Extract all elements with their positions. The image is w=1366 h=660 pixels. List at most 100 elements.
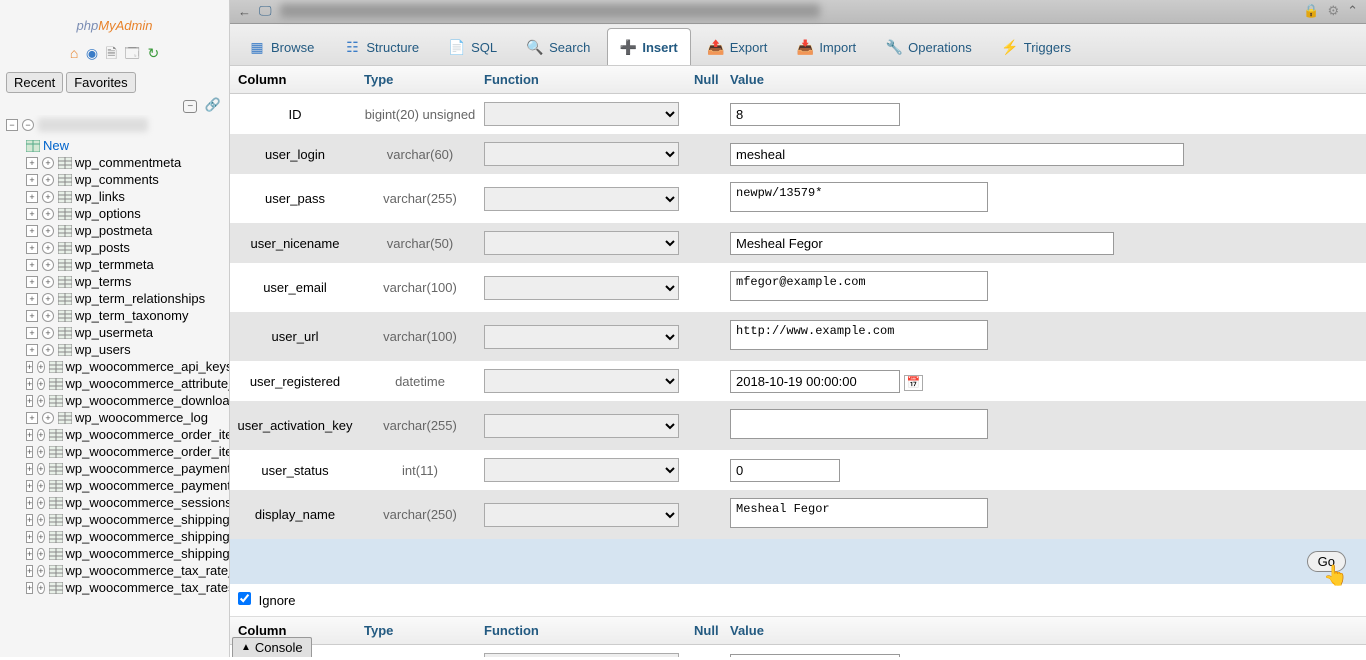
- tab-import[interactable]: 📥Import: [784, 28, 869, 65]
- value-input[interactable]: [730, 103, 900, 126]
- sidebar-table-item[interactable]: ++wp_postmeta: [0, 222, 229, 239]
- function-select[interactable]: [484, 187, 679, 211]
- expand-toggle-icon[interactable]: +: [26, 327, 38, 339]
- tree-node-icon[interactable]: +: [37, 395, 44, 407]
- tab-insert[interactable]: ➕Insert: [607, 28, 690, 65]
- expand-toggle-icon[interactable]: +: [26, 548, 33, 560]
- sidebar-table-item[interactable]: ++wp_woocommerce_log: [0, 409, 229, 426]
- recent-button[interactable]: Recent: [6, 72, 63, 93]
- tree-node-icon[interactable]: +: [42, 293, 54, 305]
- sidebar-table-item[interactable]: ++wp_woocommerce_order_itemmeta: [0, 426, 229, 443]
- value-textarea[interactable]: [730, 409, 988, 439]
- expand-toggle-icon[interactable]: +: [26, 208, 38, 220]
- tree-node-icon[interactable]: +: [37, 480, 44, 492]
- tree-node-icon[interactable]: +: [42, 412, 54, 424]
- value-textarea[interactable]: http://www.example.com: [730, 320, 988, 350]
- sidebar-table-item[interactable]: ++wp_term_taxonomy: [0, 307, 229, 324]
- value-textarea[interactable]: mfegor@example.com: [730, 271, 988, 301]
- sidebar-table-item[interactable]: ++wp_woocommerce_payment_tokenmeta: [0, 460, 229, 477]
- expand-toggle-icon[interactable]: +: [26, 378, 33, 390]
- tab-triggers[interactable]: ⚡Triggers: [989, 28, 1084, 65]
- expand-toggle-icon[interactable]: +: [26, 242, 38, 254]
- function-select[interactable]: [484, 369, 679, 393]
- sidebar-table-item[interactable]: ++wp_usermeta: [0, 324, 229, 341]
- sidebar-table-item[interactable]: ++wp_terms: [0, 273, 229, 290]
- settings-icon[interactable]: ⚙: [1327, 3, 1339, 19]
- expand-toggle-icon[interactable]: +: [26, 293, 38, 305]
- expand-toggle-icon[interactable]: +: [26, 310, 38, 322]
- value-input[interactable]: [730, 143, 1184, 166]
- sidebar-table-item[interactable]: ++wp_termmeta: [0, 256, 229, 273]
- tab-export[interactable]: 📤Export: [695, 28, 781, 65]
- sidebar-table-item[interactable]: ++wp_woocommerce_tax_rates: [0, 579, 229, 596]
- sidebar-table-item[interactable]: ++wp_woocommerce_payment_tokens: [0, 477, 229, 494]
- function-select[interactable]: [484, 231, 679, 255]
- new-table-link[interactable]: New: [0, 137, 229, 154]
- sidebar-table-item[interactable]: ++wp_users: [0, 341, 229, 358]
- sidebar-table-item[interactable]: ++wp_posts: [0, 239, 229, 256]
- sidebar-table-item[interactable]: ++wp_links: [0, 188, 229, 205]
- tree-node-icon[interactable]: +: [42, 208, 54, 220]
- value-input[interactable]: [730, 654, 900, 658]
- value-textarea[interactable]: newpw/13579*: [730, 182, 988, 212]
- tab-search[interactable]: 🔍Search: [514, 28, 603, 65]
- tree-node-icon[interactable]: +: [42, 174, 54, 186]
- expand-toggle-icon[interactable]: +: [26, 565, 33, 577]
- calendar-icon[interactable]: 📅: [904, 375, 924, 391]
- tree-db-icon[interactable]: −: [22, 119, 34, 131]
- ignore-checkbox[interactable]: [238, 592, 251, 605]
- sidebar-table-item[interactable]: ++wp_woocommerce_shipping_zone_locations: [0, 511, 229, 528]
- expand-toggle-icon[interactable]: +: [26, 582, 33, 594]
- expand-toggle-icon[interactable]: +: [26, 157, 38, 169]
- function-select[interactable]: [484, 414, 679, 438]
- expand-toggle-icon[interactable]: +: [26, 463, 33, 475]
- tree-node-icon[interactable]: +: [42, 344, 54, 356]
- tree-node-icon[interactable]: +: [42, 259, 54, 271]
- function-select[interactable]: [484, 325, 679, 349]
- tab-operations[interactable]: 🔧Operations: [873, 28, 985, 65]
- value-textarea[interactable]: Mesheal Fegor: [730, 498, 988, 528]
- lock-icon[interactable]: 🔒: [1303, 3, 1319, 19]
- sidebar-table-item[interactable]: ++wp_commentmeta: [0, 154, 229, 171]
- expand-toggle-icon[interactable]: +: [26, 276, 38, 288]
- collapse-toggle-icon[interactable]: −: [6, 119, 18, 131]
- expand-toggle-icon[interactable]: +: [26, 361, 33, 373]
- go-button[interactable]: Go: [1307, 551, 1346, 572]
- sidebar-table-item[interactable]: ++wp_woocommerce_downloadable_product_pe…: [0, 392, 229, 409]
- expand-toggle-icon[interactable]: +: [26, 344, 38, 356]
- tab-browse[interactable]: ▦Browse: [236, 28, 327, 65]
- expand-toggle-icon[interactable]: +: [26, 514, 33, 526]
- reload-icon[interactable]: ↻: [147, 45, 159, 61]
- tree-node-icon[interactable]: +: [37, 429, 44, 441]
- tree-node-icon[interactable]: +: [37, 463, 44, 475]
- sidebar-table-item[interactable]: ++wp_woocommerce_shipping_zones: [0, 545, 229, 562]
- tree-node-icon[interactable]: +: [37, 446, 44, 458]
- logout-icon[interactable]: ◉: [86, 45, 98, 61]
- sidebar-table-item[interactable]: ++wp_options: [0, 205, 229, 222]
- expand-toggle-icon[interactable]: +: [26, 531, 33, 543]
- tree-node-icon[interactable]: +: [37, 548, 44, 560]
- nav-back-icon[interactable]: ←: [238, 4, 251, 19]
- nav-settings-icon[interactable]: 🗔: [125, 45, 140, 61]
- sidebar-table-item[interactable]: ++wp_term_relationships: [0, 290, 229, 307]
- tab-structure[interactable]: ☷Structure: [331, 28, 432, 65]
- link-icon[interactable]: 🔗: [205, 97, 221, 113]
- tree-node-icon[interactable]: +: [37, 497, 44, 509]
- expand-toggle-icon[interactable]: +: [26, 259, 38, 271]
- tree-node-icon[interactable]: +: [42, 327, 54, 339]
- expand-toggle-icon[interactable]: +: [26, 395, 33, 407]
- tree-node-icon[interactable]: +: [42, 191, 54, 203]
- sidebar-table-item[interactable]: ++wp_comments: [0, 171, 229, 188]
- tree-node-icon[interactable]: +: [37, 378, 44, 390]
- favorites-button[interactable]: Favorites: [66, 72, 135, 93]
- sidebar-table-item[interactable]: ++wp_woocommerce_attribute_taxonomies: [0, 375, 229, 392]
- tab-sql[interactable]: 📄SQL: [436, 28, 510, 65]
- sidebar-table-item[interactable]: ++wp_woocommerce_order_items: [0, 443, 229, 460]
- function-select[interactable]: [484, 458, 679, 482]
- console-button[interactable]: ▲ Console: [232, 637, 312, 657]
- tree-node-icon[interactable]: +: [37, 361, 44, 373]
- database-node[interactable]: − −: [0, 117, 229, 133]
- value-input[interactable]: [730, 459, 840, 482]
- expand-toggle-icon[interactable]: +: [26, 174, 38, 186]
- expand-toggle-icon[interactable]: +: [26, 191, 38, 203]
